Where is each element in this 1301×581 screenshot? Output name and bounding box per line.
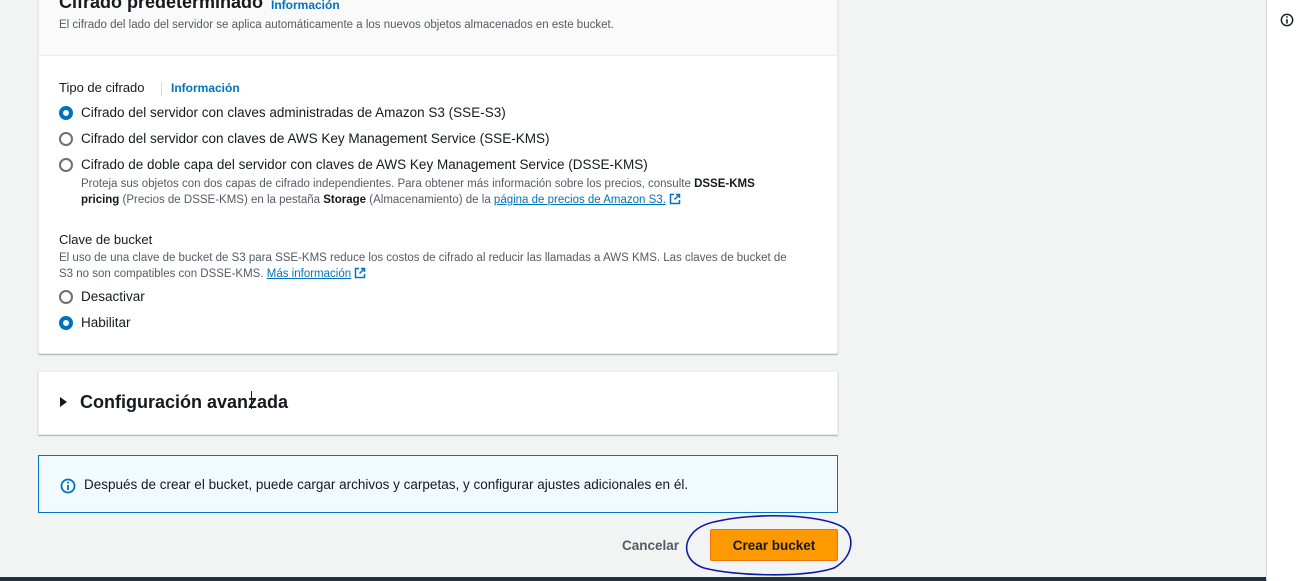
encryption-type-label: Tipo de cifrado xyxy=(59,80,145,95)
cancel-button[interactable]: Cancelar xyxy=(612,533,689,559)
radio-label: Desactivar xyxy=(81,289,145,304)
create-bucket-button[interactable]: Crear bucket xyxy=(710,529,838,561)
panel-header: Cifrado predeterminado Información El ci… xyxy=(39,0,837,56)
radio-button[interactable] xyxy=(59,106,73,120)
caret-right-icon[interactable] xyxy=(60,397,67,407)
encryption-type-info-link[interactable]: Información xyxy=(171,81,240,95)
external-link-icon xyxy=(354,267,366,279)
bucket-key-help: El uso de una clave de bucket de S3 para… xyxy=(59,250,829,282)
learn-more-link[interactable]: Más información xyxy=(267,268,351,280)
s3-pricing-link[interactable]: página de precios de Amazon S3. xyxy=(494,194,666,206)
radio-label: Cifrado del servidor con claves administ… xyxy=(81,105,506,120)
help-text-part: El uso de una clave de bucket de S3 para… xyxy=(59,252,787,264)
help-text-part: Proteja sus objetos con dos capas de cif… xyxy=(81,178,695,190)
dsse-help-text: Proteja sus objetos con dos capas de cif… xyxy=(81,176,821,208)
help-text-bold: DSSE-KMS xyxy=(694,178,755,190)
default-encryption-panel: Cifrado predeterminado Información El ci… xyxy=(38,0,838,354)
info-alert: Después de crear el bucket, puede cargar… xyxy=(38,455,838,513)
radio-label: Cifrado del servidor con claves de AWS K… xyxy=(81,131,550,146)
external-link-icon xyxy=(669,193,681,205)
bucket-key-label: Clave de bucket xyxy=(59,232,153,247)
radio-label: Habilitar xyxy=(81,315,131,330)
footer-bar xyxy=(0,577,1266,581)
info-circle-icon xyxy=(60,478,76,494)
right-help-rail xyxy=(1266,0,1301,581)
help-text-part: (Almacenamiento) de la xyxy=(366,194,494,206)
alert-text: Después de crear el bucket, puede cargar… xyxy=(84,477,689,492)
panel-title: Cifrado predeterminado xyxy=(59,0,264,12)
text-cursor xyxy=(251,391,252,409)
info-circle-icon[interactable] xyxy=(1280,13,1294,27)
radio-button[interactable] xyxy=(59,290,73,304)
help-text-bold: pricing xyxy=(81,194,120,206)
label-divider xyxy=(161,82,162,96)
radio-button[interactable] xyxy=(59,158,73,172)
panel-description: El cifrado del lado del servidor se apli… xyxy=(59,19,614,31)
encryption-info-link[interactable]: Información xyxy=(271,0,340,12)
help-text-bold: Storage xyxy=(323,194,367,206)
help-text-part: S3 no son compatibles con DSSE-KMS. xyxy=(59,268,267,280)
help-text-part: (Precios de DSSE-KMS) en la pestaña xyxy=(119,194,324,206)
radio-button[interactable] xyxy=(59,316,73,330)
advanced-config-title[interactable]: Configuración avanzada xyxy=(80,392,288,413)
advanced-config-section[interactable]: Configuración avanzada xyxy=(38,371,838,435)
radio-button[interactable] xyxy=(59,132,73,146)
radio-label: Cifrado de doble capa del servidor con c… xyxy=(81,157,648,172)
